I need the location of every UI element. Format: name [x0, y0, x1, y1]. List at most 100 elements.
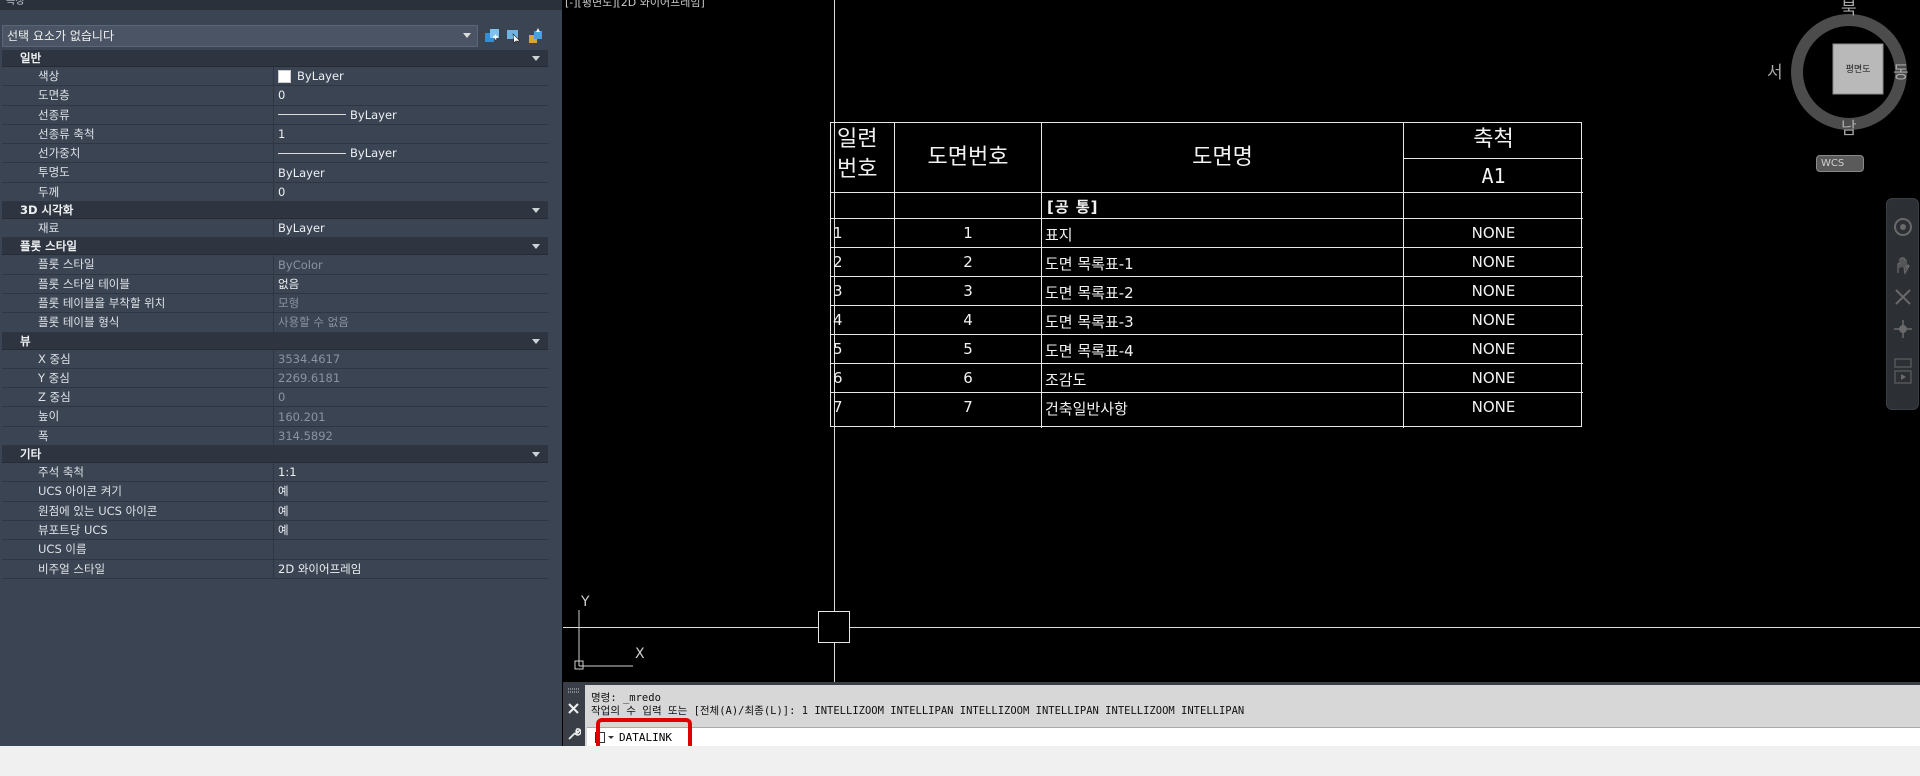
property-value[interactable]: 0 [274, 86, 548, 104]
property-value[interactable]: 모형 [274, 294, 548, 312]
property-value[interactable]: ByColor [274, 255, 548, 273]
viewport-label[interactable]: [-][평면도][2D 와이어프레임] [565, 0, 705, 10]
cell-name: 도면 목록표-1 [1045, 255, 1134, 273]
property-value[interactable]: 1:1 [274, 463, 548, 481]
property-row[interactable]: 플롯 테이블 형식 사용할 수 없음 [2, 313, 548, 333]
property-value-text: 예 [278, 523, 289, 538]
property-row[interactable]: 비주얼 스타일 2D 와이어프레임 [2, 559, 548, 579]
property-row[interactable]: 플롯 스타일 테이블 없음 [2, 274, 548, 294]
property-value[interactable]: 사용할 수 없음 [274, 313, 548, 331]
compass-west[interactable]: 서 [1767, 58, 1783, 83]
property-value[interactable]: 1 [274, 125, 548, 143]
property-value[interactable]: ByLayer [274, 67, 548, 85]
property-value[interactable]: 예 [274, 521, 548, 539]
property-value[interactable]: 3534.4617 [274, 350, 548, 368]
property-row[interactable]: UCS 아이콘 켜기 예 [2, 482, 548, 502]
showmotion-icon[interactable] [1893, 357, 1913, 387]
viewcube-face-label[interactable]: 평면도 [1833, 62, 1883, 75]
compass-east[interactable]: 동 [1893, 58, 1909, 83]
property-name: 도면층 [2, 86, 274, 105]
linetype-preview [278, 114, 346, 116]
property-row[interactable]: 색상 ByLayer [2, 67, 548, 87]
chevron-down-icon[interactable] [532, 56, 540, 61]
chevron-down-icon[interactable] [532, 208, 540, 214]
category-header[interactable]: 일반 [2, 50, 548, 67]
property-row[interactable]: Z 중심 0 [2, 388, 548, 408]
category-header[interactable]: 플롯 스타일 [2, 238, 548, 256]
property-name: 주석 축척 [2, 463, 274, 482]
property-value[interactable]: 2D 와이어프레임 [274, 560, 548, 578]
orbit-icon[interactable] [1893, 319, 1913, 339]
property-value-text: 예 [278, 484, 289, 499]
category-header[interactable]: 기타 [2, 446, 548, 464]
grip-icon[interactable] [567, 687, 581, 695]
property-row[interactable]: 도면층 0 [2, 86, 548, 106]
property-value[interactable]: 160.201 [274, 407, 548, 425]
property-name: 투명도 [2, 163, 274, 182]
property-value[interactable] [274, 540, 548, 558]
pan-hand-icon[interactable] [1893, 255, 1913, 275]
property-row[interactable]: 주석 축척 1:1 [2, 463, 548, 483]
category-label: 3D 시각화 [20, 203, 74, 218]
property-row[interactable]: 플롯 스타일 ByColor [2, 255, 548, 275]
property-row[interactable]: 투명도 ByLayer [2, 163, 548, 183]
property-row[interactable]: 높이 160.201 [2, 407, 548, 427]
toggle-pickadd-icon[interactable] [484, 28, 500, 44]
property-name: 선종류 [2, 105, 274, 124]
property-value[interactable]: ByLayer [274, 144, 548, 162]
property-name: 두께 [2, 182, 274, 202]
property-value[interactable]: 없음 [274, 275, 548, 293]
property-row[interactable]: 원점에 있는 UCS 아이콘 예 [2, 501, 548, 521]
property-name: UCS 이름 [2, 540, 274, 559]
chevron-down-icon[interactable] [532, 338, 540, 344]
property-value-text: ByColor [278, 257, 323, 272]
cell-number: 3 [963, 282, 973, 300]
property-row[interactable]: Y 중심 2269.6181 [2, 368, 548, 389]
header-serial-line2: 번호 [837, 157, 878, 182]
property-value[interactable]: ByLayer [274, 163, 548, 181]
property-row[interactable]: 뷰포트당 UCS 예 [2, 520, 548, 541]
property-row[interactable]: 두께 0 [2, 182, 548, 203]
zoom-extents-icon[interactable] [1893, 287, 1913, 307]
chevron-down-icon[interactable] [532, 244, 540, 250]
drawing-viewport[interactable]: [-][평면도][2D 와이어프레임] Y X 일련 번호 도면번호 도면명 축… [563, 0, 1920, 682]
command-line-handle[interactable] [563, 685, 585, 749]
select-objects-icon[interactable] [506, 28, 522, 44]
property-value[interactable]: 2269.6181 [274, 369, 548, 387]
property-row[interactable]: 재료 ByLayer [2, 219, 548, 239]
drawing-list-table[interactable]: 일련 번호 도면번호 도면명 축척 A1 [공 통] 1 1 표지 NONE 2 2 도면 … [830, 122, 1583, 428]
property-value[interactable]: 0 [274, 388, 548, 406]
property-value-text: 모형 [278, 296, 300, 311]
property-value[interactable]: ByLayer [274, 106, 548, 124]
steering-wheel-icon[interactable] [1893, 217, 1913, 237]
property-row[interactable]: X 중심 3534.4617 [2, 349, 548, 369]
property-value[interactable]: 예 [274, 482, 548, 500]
property-name: Y 중심 [2, 368, 274, 388]
wrench-icon[interactable] [567, 727, 581, 741]
property-value[interactable]: 0 [274, 183, 548, 201]
category-header[interactable]: 3D 시각화 [2, 202, 548, 220]
cell-name: 건축일반사항 [1045, 400, 1128, 418]
wcs-menu[interactable]: WCS [1816, 155, 1864, 172]
property-value[interactable]: 314.5892 [274, 427, 548, 445]
command-input[interactable]: DATALINK [587, 727, 1920, 747]
compass-south[interactable]: 남 [1841, 114, 1857, 139]
chevron-down-icon [463, 33, 471, 38]
chevron-down-icon[interactable] [532, 452, 540, 458]
property-row[interactable]: 선가중치 ByLayer [2, 144, 548, 164]
compass-north[interactable]: 북 [1841, 0, 1857, 19]
selection-dropdown[interactable]: 선택 요소가 없습니다 [2, 25, 478, 47]
cell-name: 조감도 [1045, 371, 1087, 389]
property-row[interactable]: 폭 314.5892 [2, 426, 548, 447]
property-row[interactable]: 선종류 ByLayer [2, 105, 548, 125]
category-header[interactable]: 뷰 [2, 332, 548, 350]
property-value[interactable]: 예 [274, 502, 548, 520]
property-row[interactable]: 선종류 축척 1 [2, 124, 548, 145]
property-value[interactable]: ByLayer [274, 219, 548, 237]
property-row[interactable]: 플롯 테이블을 부착할 위치 모형 [2, 293, 548, 314]
quick-select-icon[interactable] [528, 28, 544, 44]
close-icon[interactable] [568, 703, 579, 714]
property-row[interactable]: UCS 이름 [2, 540, 548, 560]
selection-text: 선택 요소가 없습니다 [7, 29, 114, 43]
property-name: 선종류 축척 [2, 124, 274, 144]
